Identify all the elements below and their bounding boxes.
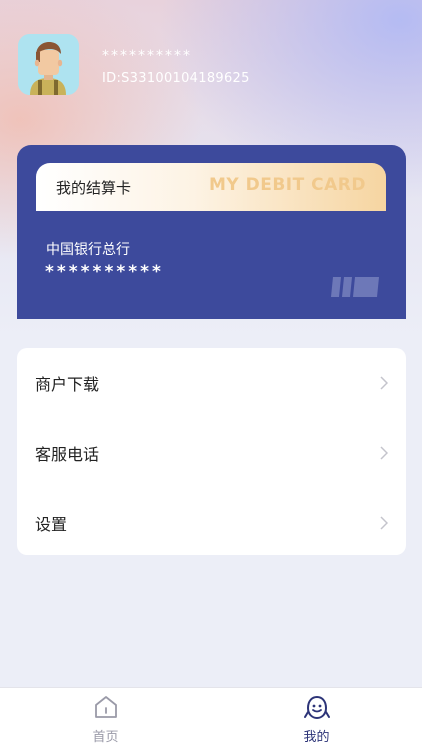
user-id: ID:S33100104189625: [102, 71, 250, 86]
tab-mine[interactable]: 我的: [211, 688, 422, 751]
chevron-right-icon: [380, 446, 388, 460]
tab-home[interactable]: 首页: [0, 688, 211, 751]
chevron-right-icon: [380, 516, 388, 530]
user-name: **********: [102, 48, 192, 64]
settings-menu: 商户下载 客服电话 设置: [17, 348, 406, 555]
avatar[interactable]: [18, 34, 79, 95]
card-stripes-icon: [329, 275, 381, 303]
menu-item-merchant-download[interactable]: 商户下载: [17, 348, 406, 418]
menu-item-customer-service[interactable]: 客服电话: [17, 418, 406, 488]
menu-item-label: 商户下载: [35, 375, 100, 394]
bottom-tab-bar: 首页 我的: [0, 687, 422, 751]
chevron-right-icon: [380, 376, 388, 390]
card-header-tab: 我的结算卡 MY DEBIT CARD: [36, 163, 386, 211]
home-icon: [93, 694, 119, 724]
profile-face-icon: [303, 694, 331, 726]
card-title: 我的结算卡: [56, 179, 132, 197]
menu-item-label: 客服电话: [35, 445, 100, 464]
tab-label: 我的: [303, 730, 330, 745]
card-number: **********: [45, 262, 164, 282]
menu-item-settings[interactable]: 设置: [17, 488, 406, 558]
tab-label: 首页: [92, 730, 119, 745]
profile-header: ********** ID:S33100104189625: [0, 0, 422, 140]
bank-name: 中国银行总行: [46, 242, 130, 258]
card-title-en: MY DEBIT CARD: [208, 175, 366, 195]
debit-card[interactable]: 我的结算卡 MY DEBIT CARD 中国银行总行 **********: [17, 145, 406, 319]
menu-item-label: 设置: [35, 515, 68, 534]
